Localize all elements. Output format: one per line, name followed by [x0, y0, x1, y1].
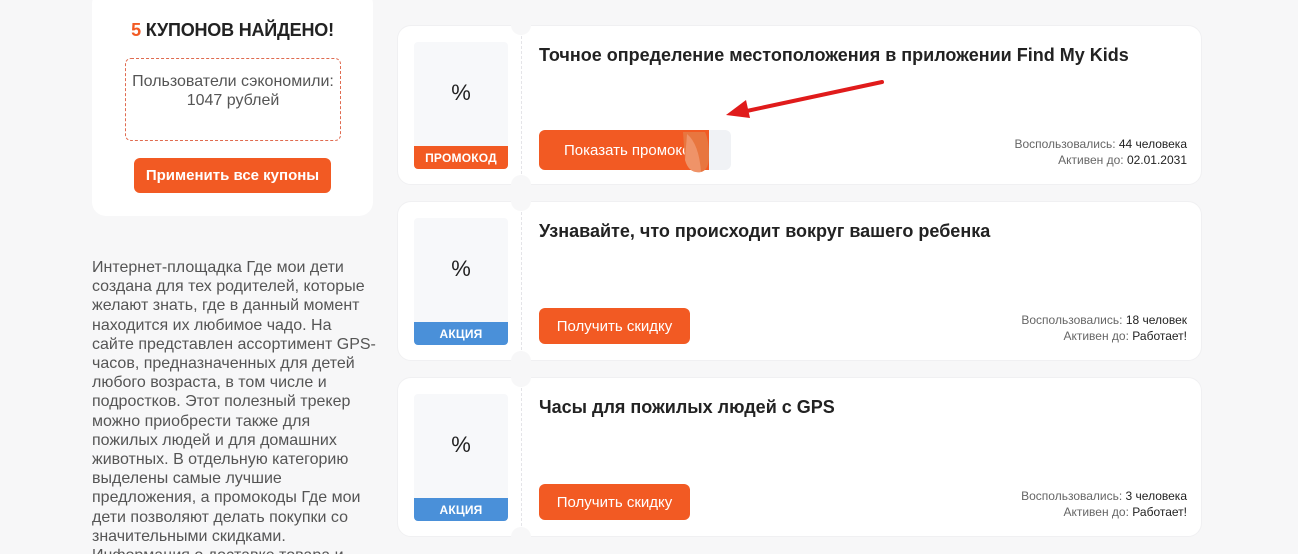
get-discount-button[interactable]: Получить скидку	[539, 308, 690, 344]
get-discount-button[interactable]: Получить скидку	[539, 484, 690, 520]
percent-icon: %	[451, 256, 471, 281]
store-description: Интернет-площадка Где мои дети создана д…	[92, 259, 376, 554]
coupon-logo: % АКЦИЯ	[414, 218, 508, 345]
coupon-card: % АКЦИЯ Узнавайте, что происходит вокруг…	[397, 191, 1202, 371]
coupon-logo: % АКЦИЯ	[414, 394, 508, 521]
coupons-found-text: КУПОНОВ НАЙДЕНО!	[145, 20, 334, 40]
coupons-found-count: 5	[131, 20, 141, 40]
coupons-found-heading: 5 КУПОНОВ НАЙДЕНО!	[92, 20, 373, 41]
coupon-stats: Воспользовались: 44 человека Активен до:…	[1014, 137, 1187, 167]
deal-tag: АКЦИЯ	[414, 498, 508, 521]
coupon-card: % АКЦИЯ Часы для пожилых людей с GPS Пол…	[397, 367, 1202, 547]
coupon-logo: % ПРОМОКОД	[414, 42, 508, 169]
peel-corner-icon	[683, 132, 709, 173]
percent-icon: %	[451, 432, 471, 457]
coupon-title[interactable]: Точное определение местоположения в прил…	[539, 45, 1129, 66]
apply-all-coupons-button[interactable]: Применить все купоны	[134, 158, 331, 193]
coupon-title[interactable]: Узнавайте, что происходит вокруг вашего …	[539, 221, 990, 242]
coupon-title[interactable]: Часы для пожилых людей с GPS	[539, 397, 835, 418]
coupon-stats: Воспользовались: 3 человека Активен до: …	[1021, 489, 1187, 519]
promo-code-tag: ПРОМОКОД	[414, 146, 508, 169]
show-promo-code-button[interactable]: Показать промокод	[539, 130, 731, 173]
savings-box: Пользователи сэкономили: 1047 рублей	[125, 58, 341, 141]
deal-tag: АКЦИЯ	[414, 322, 508, 345]
annotation-arrow-icon	[726, 80, 884, 118]
coupon-summary-card: 5 КУПОНОВ НАЙДЕНО! Пользователи сэкономи…	[92, 0, 373, 216]
coupon-stats: Воспользовались: 18 человек Активен до: …	[1021, 313, 1187, 343]
percent-icon: %	[451, 80, 471, 105]
